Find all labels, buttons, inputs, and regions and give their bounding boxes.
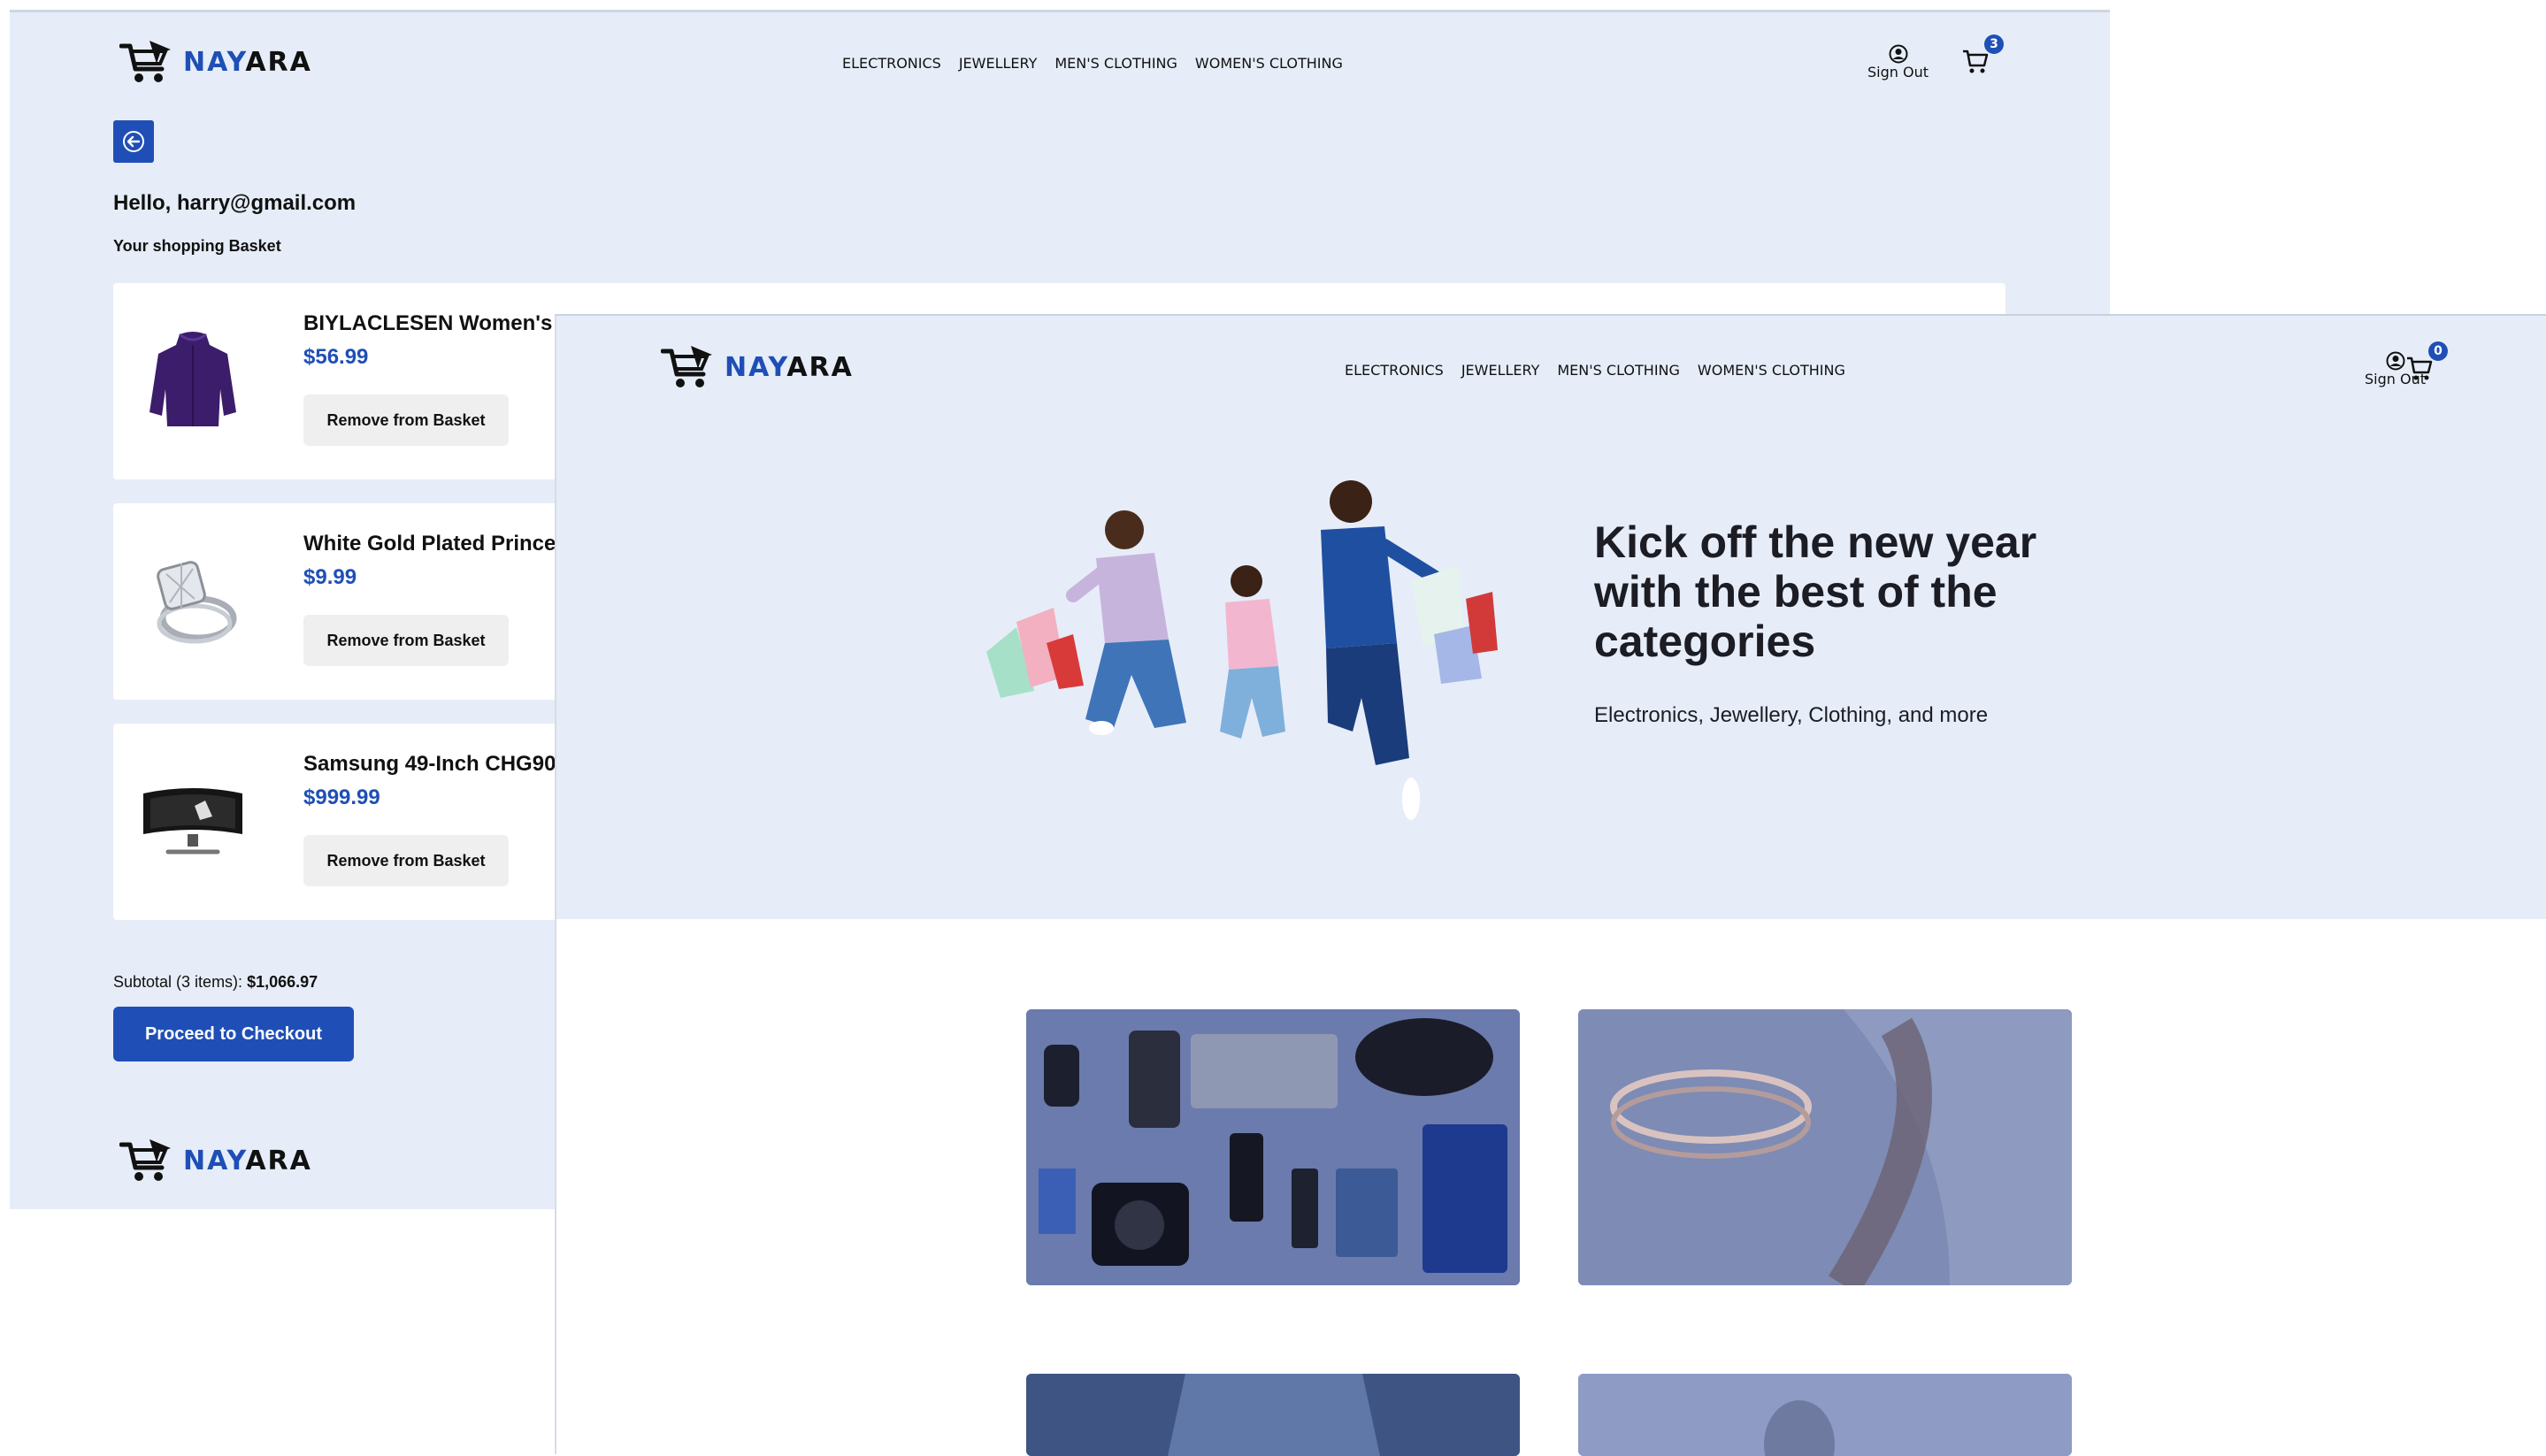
item-price: $9.99 xyxy=(303,565,357,589)
hero-subtitle: Electronics, Jewellery, Clothing, and mo… xyxy=(1594,703,1989,727)
jewellery-category-image[interactable] xyxy=(1578,1009,2072,1285)
remove-from-basket-button[interactable]: Remove from Basket xyxy=(303,615,509,666)
home-window: NAYARA ELECTRONICS JEWELLERY MEN'S CLOTH… xyxy=(555,314,2546,1456)
user-icon xyxy=(1889,44,1907,64)
brand-logo[interactable]: NAYARA xyxy=(119,39,312,85)
womens-clothing-category-image[interactable] xyxy=(1578,1374,2072,1456)
subtotal-label: Subtotal (3 items): xyxy=(113,973,243,991)
nav-item-mens-clothing[interactable]: MEN'S CLOTHING xyxy=(1557,362,1680,379)
brand-name: NAYARA xyxy=(725,351,854,383)
greeting: Hello, harry@gmail.com xyxy=(113,191,357,215)
brand-logo[interactable]: NAYARA xyxy=(661,344,854,390)
item-price: $999.99 xyxy=(303,785,380,809)
subtotal-value: $1,066.97 xyxy=(247,973,318,991)
shopping-cart-icon xyxy=(2407,356,2433,380)
proceed-to-checkout-button[interactable]: Proceed to Checkout xyxy=(113,1007,354,1061)
nav-item-womens-clothing[interactable]: WOMEN'S CLOTHING xyxy=(1698,362,1845,379)
electronics-category-image[interactable] xyxy=(1026,1009,1520,1285)
item-title: BIYLACLESEN Women's 3 xyxy=(303,311,571,335)
main-nav: ELECTRONICS JEWELLERY MEN'S CLOTHING WOM… xyxy=(842,55,1343,72)
cart-button[interactable]: 0 xyxy=(2405,341,2448,390)
cart-count-badge: 0 xyxy=(2428,341,2448,361)
user-icon xyxy=(2386,351,2404,371)
cart-logo-icon xyxy=(661,346,712,387)
curved-monitor-image xyxy=(140,759,246,883)
remove-from-basket-button[interactable]: Remove from Basket xyxy=(303,835,509,886)
hero-banner: NAYARA ELECTRONICS JEWELLERY MEN'S CLOTH… xyxy=(556,316,2546,919)
cart-logo-icon xyxy=(119,41,171,82)
purple-jacket-image xyxy=(140,318,246,442)
diamond-ring-image xyxy=(140,539,246,663)
item-price: $56.99 xyxy=(303,345,369,369)
remove-from-basket-button[interactable]: Remove from Basket xyxy=(303,395,509,446)
back-button[interactable] xyxy=(113,120,154,163)
sign-out-label: Sign Out xyxy=(1867,64,1929,80)
nav-item-electronics[interactable]: ELECTRONICS xyxy=(1345,362,1444,379)
shopping-cart-icon xyxy=(1963,50,1989,73)
cart-logo-icon xyxy=(119,1139,171,1181)
cart-count-badge: 3 xyxy=(1984,34,2004,54)
nav-item-mens-clothing[interactable]: MEN'S CLOTHING xyxy=(1054,55,1177,72)
item-title: White Gold Plated Prince xyxy=(303,532,556,556)
hero-title: Kick off the new year with the best of t… xyxy=(1594,517,2037,666)
subtotal: Subtotal (3 items): $1,066.97 xyxy=(113,973,318,992)
hero-family-image xyxy=(986,480,1498,820)
arrow-left-icon xyxy=(123,131,144,152)
nav-item-electronics[interactable]: ELECTRONICS xyxy=(842,55,941,72)
brand-name: NAYARA xyxy=(183,46,312,78)
nav-item-womens-clothing[interactable]: WOMEN'S CLOTHING xyxy=(1195,55,1343,72)
sign-out-button[interactable]: Sign Out xyxy=(1867,44,1929,80)
main-nav: ELECTRONICS JEWELLERY MEN'S CLOTHING WOM… xyxy=(1345,362,1845,379)
brand-name: NAYARA xyxy=(183,1145,312,1176)
item-title: Samsung 49-Inch CHG90 xyxy=(303,752,556,776)
footer-logo[interactable]: NAYARA xyxy=(119,1138,312,1184)
nav-item-jewellery[interactable]: JEWELLERY xyxy=(1461,362,1540,379)
mens-clothing-category-image[interactable] xyxy=(1026,1374,1520,1456)
nav-item-jewellery[interactable]: JEWELLERY xyxy=(959,55,1038,72)
cart-button[interactable]: 3 xyxy=(1961,34,2004,83)
basket-heading: Your shopping Basket xyxy=(113,237,281,255)
